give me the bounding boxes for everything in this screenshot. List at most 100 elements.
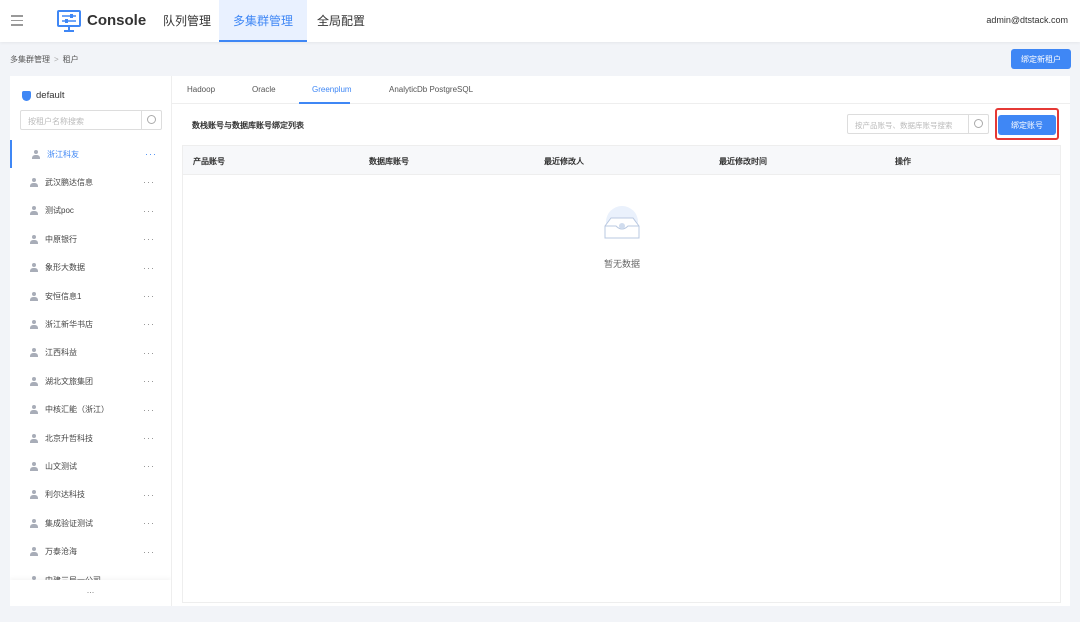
tenant-name: 江西科益 [45, 348, 77, 358]
sidebar-more[interactable]: ... [10, 580, 171, 606]
more-icon[interactable]: ··· [143, 348, 155, 358]
search-button[interactable] [968, 115, 988, 133]
tenant-name: 湖北文旅集团 [45, 376, 93, 386]
user-icon [30, 547, 38, 557]
more-icon[interactable]: ··· [143, 547, 155, 557]
tenant-name: 测试poc [45, 206, 74, 216]
tenant-name: 北京升哲科技 [45, 433, 93, 443]
menu-icon[interactable] [11, 15, 23, 29]
col-modified-time: 最近修改时间 [719, 157, 767, 166]
tenant-item[interactable]: 集成验证测试 ··· [10, 509, 171, 537]
tenant-name: 山文测试 [45, 461, 77, 471]
cluster-name: default [22, 90, 65, 101]
empty-state: 暂无数据 [597, 204, 647, 270]
tab-analyticdb[interactable]: AnalyticDb PostgreSQL [389, 85, 473, 94]
tab-oracle[interactable]: Oracle [252, 85, 276, 94]
col-product-account: 产品账号 [193, 157, 225, 166]
tenant-item[interactable]: 北京升哲科技 ··· [10, 424, 171, 452]
tenant-item[interactable]: 测试poc ··· [10, 197, 171, 225]
more-icon[interactable]: ··· [143, 234, 155, 244]
tenant-item[interactable]: 山文测试 ··· [10, 452, 171, 480]
tenant-search-placeholder: 按租户名称搜索 [28, 117, 84, 126]
search-button[interactable] [141, 111, 161, 129]
user-account[interactable]: admin@dtstack.com [986, 15, 1068, 25]
binding-table: 产品账号 数据库账号 最近修改人 最近修改时间 操作 暂无数据 [182, 145, 1061, 603]
tenant-item[interactable]: 安恒信息1 ··· [10, 282, 171, 310]
empty-box-icon [604, 206, 640, 239]
nav-multi-cluster[interactable]: 多集群管理 [219, 0, 308, 42]
tenant-search-input[interactable]: 按租户名称搜索 [20, 110, 162, 130]
tenant-name: 浙江新华书店 [45, 319, 93, 329]
tab-hadoop[interactable]: Hadoop [187, 85, 215, 94]
empty-text: 暂无数据 [603, 259, 640, 269]
bind-new-tenant-button[interactable]: 绑定新租户 [1011, 49, 1071, 69]
user-icon [30, 376, 38, 386]
tenant-name: 武汉鹏达信息 [45, 177, 93, 187]
top-bar: Console 队列管理 多集群管理 全局配置 admin@dtstack.co… [0, 0, 1080, 42]
more-icon[interactable]: ··· [143, 177, 155, 187]
tenant-item[interactable]: 中原银行 ··· [10, 225, 171, 253]
tenant-item[interactable]: 万泰沧海 ··· [10, 538, 171, 566]
tenant-name: 集成验证测试 [45, 518, 93, 528]
tenant-name: 中原银行 [45, 234, 77, 244]
breadcrumb-parent[interactable]: 多集群管理 [10, 55, 50, 64]
user-icon [30, 319, 38, 329]
tenant-item[interactable]: 浙江科友 ··· [10, 140, 171, 168]
tenant-item[interactable]: 武汉鹏达信息 ··· [10, 168, 171, 196]
user-icon [30, 348, 38, 358]
tenant-sidebar: default 按租户名称搜索 浙江科友 ··· 武汉鹏达信息 ··· 测试poc ···… [10, 76, 172, 606]
tenant-item[interactable]: 湖北文旅集团 ··· [10, 367, 171, 395]
user-icon [32, 149, 40, 159]
more-icon[interactable]: ··· [143, 490, 155, 500]
tenant-item[interactable]: 中核汇能（浙江） ··· [10, 396, 171, 424]
tenant-name: 象形大数据 [45, 263, 85, 273]
user-icon [30, 490, 38, 500]
engine-tabs: Hadoop Oracle Greenplum AnalyticDb Postg… [172, 76, 1070, 104]
tenant-item[interactable]: 象形大数据 ··· [10, 254, 171, 282]
more-icon[interactable]: ··· [145, 149, 157, 159]
more-icon[interactable]: ··· [143, 319, 155, 329]
user-icon [30, 206, 38, 216]
more-icon[interactable]: ··· [143, 518, 155, 528]
account-search-placeholder: 按产品账号、数据库账号搜索 [855, 121, 953, 130]
tenant-item[interactable]: 浙江新华书店 ··· [10, 310, 171, 338]
user-icon [30, 405, 38, 415]
active-tab-indicator [299, 102, 350, 104]
more-icon[interactable]: ··· [143, 376, 155, 386]
account-search-input[interactable]: 按产品账号、数据库账号搜索 [847, 114, 989, 134]
user-icon [30, 234, 38, 244]
nav-queue[interactable]: 队列管理 [149, 0, 225, 42]
search-icon [147, 115, 156, 124]
main-panel: Hadoop Oracle Greenplum AnalyticDb Postg… [172, 76, 1070, 606]
user-icon [30, 518, 38, 528]
tab-greenplum[interactable]: Greenplum [312, 85, 352, 94]
col-modifier: 最近修改人 [544, 157, 584, 166]
user-icon [30, 461, 38, 471]
more-icon[interactable]: ··· [143, 291, 155, 301]
table-header: 产品账号 数据库账号 最近修改人 最近修改时间 操作 [183, 146, 1060, 175]
more-icon[interactable]: ··· [143, 263, 155, 273]
tenant-name: 万泰沧海 [45, 547, 77, 557]
tenant-item[interactable]: 江西科益 ··· [10, 339, 171, 367]
user-icon [30, 291, 38, 301]
more-icon[interactable]: ··· [143, 433, 155, 443]
user-icon [30, 177, 38, 187]
list-title: 数栈账号与数据库账号绑定列表 [192, 121, 304, 130]
col-db-account: 数据库账号 [369, 157, 409, 166]
search-icon [974, 119, 983, 128]
brand-title: Console [87, 12, 147, 29]
breadcrumb-current: 租户 [62, 55, 79, 64]
more-icon[interactable]: ··· [143, 405, 155, 415]
tenant-item[interactable]: 利尔达科技 ··· [10, 481, 171, 509]
col-actions: 操作 [895, 157, 911, 166]
nav-global-config[interactable]: 全局配置 [303, 0, 379, 42]
tenant-name: 中核汇能（浙江） [45, 405, 109, 415]
more-icon[interactable]: ··· [143, 461, 155, 471]
bind-account-button[interactable]: 绑定账号 [998, 115, 1056, 135]
shield-icon [22, 90, 31, 101]
user-icon [30, 433, 38, 443]
tenant-name: 安恒信息1 [45, 291, 82, 301]
more-icon[interactable]: ··· [143, 206, 155, 216]
tenant-name: 浙江科友 [47, 149, 79, 159]
cluster-label: default [36, 90, 65, 101]
